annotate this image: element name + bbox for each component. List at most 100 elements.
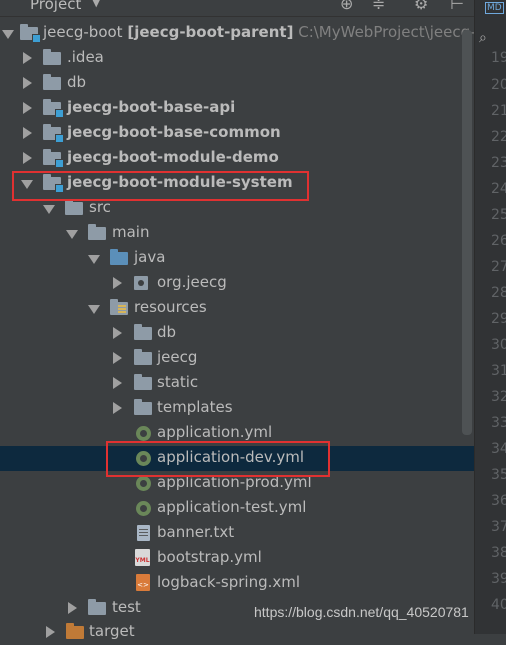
- expand-arrow-icon[interactable]: [113, 352, 122, 364]
- expand-arrow-icon[interactable]: [66, 230, 78, 239]
- tree-row-static[interactable]: static: [0, 371, 474, 396]
- folder-icon: [134, 399, 152, 415]
- markdown-file-icon[interactable]: MD: [485, 2, 504, 14]
- expand-arrow-icon[interactable]: [68, 602, 77, 614]
- tree-item-label: db: [157, 323, 177, 341]
- tree-row-target[interactable]: target: [0, 620, 474, 645]
- xml-file-icon: <>: [136, 574, 150, 591]
- tree-item-label: target: [89, 622, 135, 640]
- expand-arrow-icon[interactable]: [23, 52, 32, 64]
- tree-item-label: logback-spring.xml: [157, 573, 301, 591]
- tree-item-label: bootstrap.yml: [157, 548, 262, 566]
- tree-row-res-jeecg[interactable]: jeecg: [0, 346, 474, 371]
- expand-arrow-icon[interactable]: [23, 152, 32, 164]
- line-number: 33: [491, 415, 506, 431]
- line-number: 30: [491, 337, 506, 353]
- expand-arrow-icon[interactable]: [88, 255, 100, 264]
- expand-arrow-icon[interactable]: [88, 305, 100, 314]
- tree-row-logback-xml[interactable]: <> logback-spring.xml: [0, 571, 474, 596]
- hide-icon[interactable]: ⊢: [450, 0, 464, 13]
- vertical-scrollbar[interactable]: [462, 30, 472, 435]
- tree-row-main[interactable]: main: [0, 221, 474, 246]
- line-number: 28: [491, 285, 506, 301]
- folder-icon: [65, 199, 83, 215]
- expand-arrow-icon[interactable]: [46, 626, 55, 638]
- tree-item-label: test: [112, 598, 141, 616]
- tree-item-label: jeecg-boot-base-common: [67, 123, 281, 141]
- tree-row-banner-txt[interactable]: banner.txt: [0, 521, 474, 546]
- spring-config-icon: [136, 426, 151, 441]
- tree-item-label: static: [157, 373, 199, 391]
- gear-icon[interactable]: ⚙: [414, 0, 428, 13]
- folder-icon: [43, 74, 61, 90]
- tree-item-label: .idea: [67, 48, 104, 66]
- expand-arrow-icon[interactable]: [113, 327, 122, 339]
- tree-row-db[interactable]: db: [0, 71, 474, 96]
- expand-arrow-icon[interactable]: [23, 127, 32, 139]
- expand-arrow-icon[interactable]: [113, 277, 122, 289]
- spring-config-icon: [136, 476, 151, 491]
- tree-item-label: application.yml: [157, 423, 273, 441]
- line-number: 29: [491, 311, 506, 327]
- tree-row-base-common[interactable]: jeecg-boot-base-common: [0, 121, 474, 146]
- search-icon[interactable]: ⌕: [479, 30, 506, 50]
- tree-item-label: application-test.yml: [157, 498, 307, 516]
- folder-icon: [134, 349, 152, 365]
- line-number: 36: [491, 493, 506, 509]
- line-number: 40: [491, 597, 506, 613]
- module-folder-icon: [43, 124, 64, 143]
- watermark-text: https://blog.csdn.net/qq_40520781: [254, 604, 469, 620]
- highlight-box-application-dev: [106, 441, 330, 477]
- folder-icon: [134, 324, 152, 340]
- tree-item-label: java: [134, 248, 166, 266]
- tree-row-idea[interactable]: .idea: [0, 46, 474, 71]
- tree-item-label: jeecg-boot [jeecg-boot-parent] C:\MyWebP…: [43, 23, 476, 41]
- target-icon[interactable]: ⊕: [340, 0, 353, 13]
- tree-row-resources[interactable]: resources: [0, 296, 474, 321]
- tree-row-res-db[interactable]: db: [0, 321, 474, 346]
- highlight-box-module-system: [12, 171, 309, 201]
- tree-item-label: jeecg-boot-base-api: [67, 98, 236, 116]
- tree-item-label: banner.txt: [157, 523, 235, 541]
- expand-arrow-icon[interactable]: [23, 77, 32, 89]
- tree-row-templates[interactable]: templates: [0, 396, 474, 421]
- package-icon: [134, 276, 148, 290]
- folder-icon: [88, 599, 106, 615]
- text-file-icon: [137, 525, 150, 541]
- line-number: 35: [491, 467, 506, 483]
- excluded-folder-icon: [66, 623, 84, 639]
- tree-row-base-api[interactable]: jeecg-boot-base-api: [0, 96, 474, 121]
- tree-row-module-demo[interactable]: jeecg-boot-module-demo: [0, 146, 474, 171]
- expand-arrow-icon[interactable]: [113, 402, 122, 414]
- module-folder-icon: [20, 24, 41, 43]
- folder-icon: [134, 374, 152, 390]
- expand-arrow-icon[interactable]: [113, 377, 122, 389]
- project-tree[interactable]: jeecg-boot [jeecg-boot-parent] C:\MyWebP…: [0, 20, 476, 640]
- tree-row-bootstrap-yml[interactable]: YML bootstrap.yml: [0, 546, 474, 571]
- line-number: 39: [491, 571, 506, 587]
- collapse-all-icon[interactable]: ≑: [372, 0, 385, 13]
- expand-arrow-icon[interactable]: [43, 205, 55, 214]
- tree-row-root[interactable]: jeecg-boot [jeecg-boot-parent] C:\MyWebP…: [0, 21, 476, 46]
- folder-icon: [43, 49, 61, 65]
- tree-item-label: resources: [134, 298, 207, 316]
- tree-item-label: jeecg-boot-module-demo: [67, 148, 279, 166]
- line-number: 38: [491, 545, 506, 561]
- tree-item-label: templates: [157, 398, 233, 416]
- expand-arrow-icon[interactable]: [23, 102, 32, 114]
- project-view-title[interactable]: Project: [30, 0, 81, 13]
- line-number: 20: [491, 77, 506, 93]
- line-number: 22: [491, 129, 506, 145]
- tree-row-org-jeecg[interactable]: org.jeecg: [0, 271, 474, 296]
- yml-file-icon: YML: [135, 549, 150, 566]
- project-tool-window-header: Project ▼ ⊕ ≑ ⚙ ⊢: [0, 0, 474, 17]
- chevron-down-icon[interactable]: ▼: [92, 0, 100, 9]
- editor-gutter: MD ⌕ 19 20 21 22 23 24 25 26 27 28 29 30…: [474, 0, 506, 634]
- tree-row-java[interactable]: java: [0, 246, 474, 271]
- tree-item-label: db: [67, 73, 87, 91]
- source-folder-icon: [110, 249, 128, 265]
- expand-arrow-icon[interactable]: [2, 30, 14, 39]
- line-number: 34: [491, 441, 506, 457]
- line-number: 21: [491, 103, 506, 119]
- tree-row-application-test-yml[interactable]: application-test.yml: [0, 496, 474, 521]
